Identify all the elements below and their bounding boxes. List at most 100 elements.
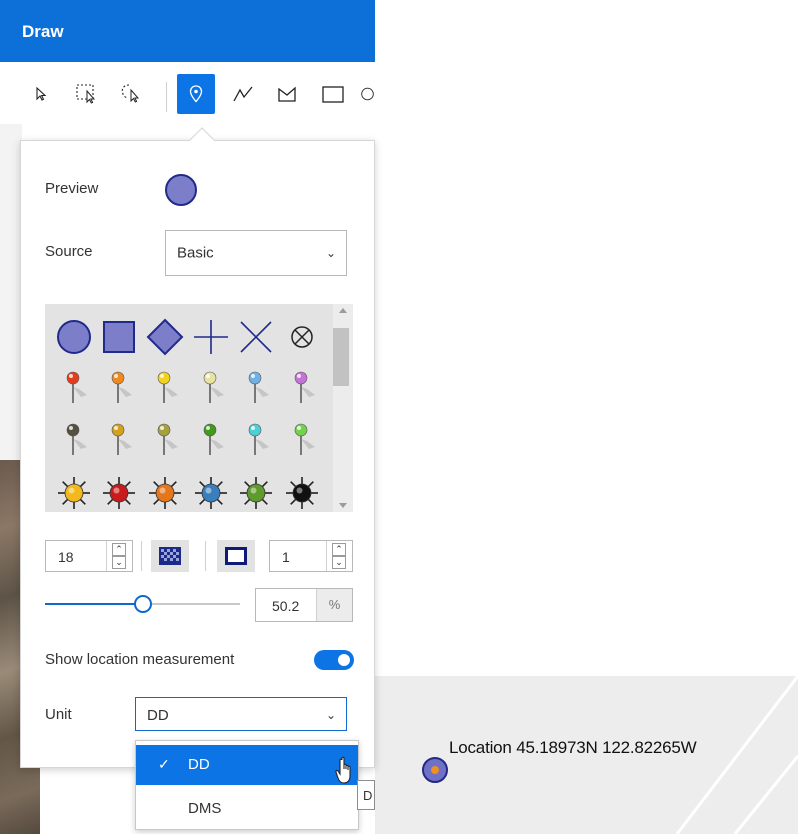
outline-width-value: 1: [282, 549, 290, 565]
symbol-pin-light-green[interactable]: [279, 418, 325, 464]
chevron-up-icon[interactable]: ⌃: [332, 543, 346, 556]
chevron-down-icon[interactable]: ⌄: [332, 556, 346, 569]
symbol-preview: [165, 174, 197, 206]
unit-option-label: DD: [188, 756, 210, 773]
pushpin-icon: [66, 371, 87, 403]
scrollbar-thumb[interactable]: [333, 328, 349, 386]
unit-dropdown-menu: ✓ DD DMS: [135, 740, 359, 830]
x-symbol-icon: [240, 321, 272, 353]
symbol-pin-yellow[interactable]: [142, 366, 188, 412]
size-stepper[interactable]: 18 ⌃ ⌄: [45, 540, 133, 572]
lasso-select-tool-button[interactable]: [112, 74, 150, 114]
symbol-diamond[interactable]: [142, 314, 188, 360]
source-label: Source: [45, 243, 93, 260]
chevron-down-icon[interactable]: ⌄: [112, 556, 126, 569]
source-select-value: Basic: [177, 244, 214, 262]
symbol-star-black[interactable]: [279, 470, 325, 512]
toggle-knob: [338, 654, 350, 666]
size-value: 18: [58, 549, 74, 565]
symbol-star-blue[interactable]: [188, 470, 234, 512]
symbol-pin-dark[interactable]: [51, 418, 97, 464]
symbol-circle-x[interactable]: [279, 314, 325, 360]
outline-style-button[interactable]: [217, 540, 255, 572]
symbol-star-red[interactable]: [96, 470, 142, 512]
circle-icon: [361, 87, 374, 101]
opacity-slider-fill: [45, 603, 143, 605]
fill-pattern-button[interactable]: [151, 540, 189, 572]
divider: [141, 541, 142, 571]
toolbar-divider: [166, 82, 167, 112]
unit-option-label: DMS: [188, 800, 222, 817]
draw-toolbar: [0, 62, 375, 124]
symbol-star-orange[interactable]: [142, 470, 188, 512]
unit-select-value: DD: [147, 707, 169, 724]
scroll-down-icon[interactable]: [339, 503, 347, 508]
symbol-star-yellow[interactable]: [51, 470, 97, 512]
symbol-cross[interactable]: [188, 314, 234, 360]
widget-header: Draw: [0, 0, 375, 62]
chevron-up-icon[interactable]: ⌃: [112, 543, 126, 556]
opacity-unit: %: [316, 589, 352, 621]
outline-width-stepper[interactable]: 1 ⌃ ⌄: [269, 540, 353, 572]
square-symbol-icon: [103, 321, 135, 353]
gallery-scrollbar[interactable]: [333, 304, 353, 512]
unit-option-dd[interactable]: ✓ DD: [136, 745, 358, 785]
pushpin-icon: [157, 423, 178, 455]
rectangle-icon: [322, 86, 344, 103]
symbol-pin-gold[interactable]: [96, 418, 142, 464]
opacity-input[interactable]: 50.2 %: [255, 588, 353, 622]
symbol-pin-light-blue[interactable]: [233, 366, 279, 412]
pushpin-icon: [294, 371, 315, 403]
location-measurement-label: Location 45.18973N 122.82265W: [449, 738, 697, 757]
map-point-marker[interactable]: [422, 757, 448, 783]
starburst-icon: [58, 477, 90, 509]
cursor-arrow-icon: [36, 87, 47, 101]
symbol-pin-olive[interactable]: [142, 418, 188, 464]
point-tool-button[interactable]: [177, 74, 215, 114]
scroll-up-icon[interactable]: [339, 308, 347, 313]
symbol-circle[interactable]: [51, 314, 97, 360]
rectangle-tool-button[interactable]: [314, 74, 352, 114]
symbol-pin-red[interactable]: [51, 366, 97, 412]
rectangle-select-icon: [76, 84, 96, 104]
symbol-gallery: [45, 304, 353, 512]
checker-pattern-icon: [159, 547, 181, 565]
polyline-tool-button[interactable]: [224, 74, 262, 114]
source-select[interactable]: Basic ⌄: [165, 230, 347, 276]
show-measurement-label: Show location measurement: [45, 651, 235, 668]
circle-x-symbol-icon: [291, 326, 313, 348]
symbol-pin-purple[interactable]: [279, 366, 325, 412]
marker-center-dot: [431, 766, 439, 774]
starburst-icon: [286, 477, 318, 509]
opacity-slider-thumb[interactable]: [133, 595, 152, 613]
symbol-pin-light-yellow[interactable]: [188, 366, 234, 412]
symbol-pin-orange[interactable]: [96, 366, 142, 412]
screenshot-stage: Location 45.18973N 122.82265W Draw Previ…: [0, 0, 798, 834]
starburst-icon: [240, 477, 272, 509]
polygon-icon: [278, 86, 296, 102]
widget-title: Draw: [22, 22, 64, 41]
chevron-down-icon: ⌄: [325, 708, 336, 722]
symbol-pin-green[interactable]: [188, 418, 234, 464]
pushpin-icon: [248, 423, 269, 455]
symbol-x[interactable]: [233, 314, 279, 360]
unit-select[interactable]: DD ⌄: [135, 697, 347, 731]
circle-symbol-icon: [57, 320, 91, 354]
symbol-pin-cyan[interactable]: [233, 418, 279, 464]
symbol-star-green[interactable]: [233, 470, 279, 512]
polygon-tool-button[interactable]: [268, 74, 306, 114]
polyline-icon: [233, 86, 253, 102]
pushpin-icon: [203, 423, 224, 455]
unit-option-dms[interactable]: DMS: [136, 789, 358, 829]
pushpin-icon: [157, 371, 178, 403]
circle-tool-button[interactable]: [360, 74, 375, 114]
lasso-select-icon: [121, 84, 140, 103]
show-measurement-toggle[interactable]: [314, 650, 354, 670]
map-pin-icon: [189, 85, 203, 103]
symbol-square[interactable]: [96, 314, 142, 360]
starburst-icon: [195, 477, 227, 509]
rectangle-select-tool-button[interactable]: [68, 74, 106, 114]
tooltip: D: [357, 780, 375, 810]
select-tool-button[interactable]: [22, 74, 60, 114]
pushpin-icon: [294, 423, 315, 455]
